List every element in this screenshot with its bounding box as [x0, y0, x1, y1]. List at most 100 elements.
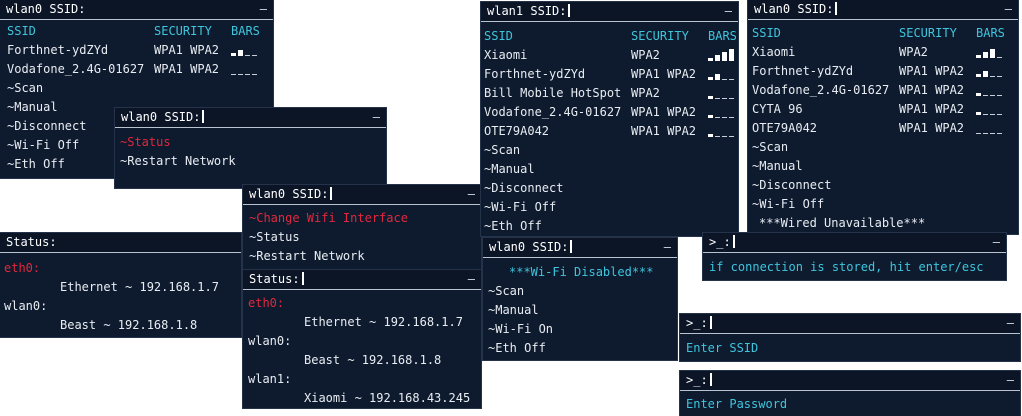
menu-item-status[interactable]: ~Status — [120, 133, 171, 151]
network-security: WPA1 WPA2 — [154, 43, 220, 57]
signal-bars — [708, 122, 734, 140]
password-input[interactable]: Enter Password — [686, 395, 787, 413]
network-ssid[interactable]: Bill Mobile HotSpot — [484, 84, 621, 102]
signal-bar — [997, 114, 1002, 115]
ssid-input[interactable]: Enter SSID — [686, 339, 758, 357]
close-button[interactable]: – — [1007, 371, 1014, 390]
wifi-window-c: wlan0 SSID: – SSID SECURITY BARS Xiaomi … — [748, 0, 1018, 234]
eth0-label: eth0: — [4, 261, 41, 275]
text-cursor — [330, 187, 333, 200]
wifi-window-a-titlebar: wlan0 SSID: – — [0, 0, 273, 20]
network-ssid[interactable]: Xiaomi — [484, 46, 527, 64]
wlan0-value: Beast ~ 192.168.1.8 — [60, 318, 198, 332]
prompt-window-hint-titlebar: >_: – — [703, 233, 1006, 253]
close-button[interactable]: – — [993, 233, 1000, 252]
signal-bars — [976, 119, 1002, 137]
close-button[interactable]: – — [1007, 314, 1014, 333]
menu-item-scan[interactable]: ~Scan — [488, 282, 524, 300]
menu-window-c-titlebar: wlan0 SSID: – — [243, 185, 481, 205]
close-button[interactable]: – — [373, 108, 380, 127]
menu-item-eth-off[interactable]: ~Eth Off — [488, 339, 546, 357]
menu-item-manual[interactable]: ~Manual — [488, 301, 539, 319]
wifi-window-c-titlebar: wlan0 SSID: – — [748, 0, 1018, 20]
menu-item-disconnect[interactable]: ~Disconnect — [484, 179, 563, 197]
signal-bar — [997, 57, 1002, 58]
eth0-label: eth0: — [248, 296, 285, 310]
menu-item-disconnect[interactable]: ~Disconnect — [7, 117, 86, 135]
network-ssid[interactable]: Vodafone_2.4G-01627 — [7, 60, 144, 78]
close-button[interactable]: – — [468, 270, 475, 289]
signal-bar — [245, 55, 250, 56]
menu-item-eth-off[interactable]: ~Eth Off — [7, 155, 65, 173]
network-ssid[interactable]: OTE79A042 — [752, 119, 817, 137]
signal-bar — [997, 95, 1002, 96]
close-button[interactable]: – — [725, 2, 732, 21]
signal-bar — [729, 98, 734, 99]
signal-bar — [990, 49, 995, 58]
network-ssid[interactable]: Vodafone_2.4G-01627 — [484, 103, 621, 121]
network-ssid[interactable]: Forthnet-ydZYd — [7, 41, 108, 59]
network-ssid[interactable]: Vodafone_2.4G-01627 — [752, 81, 889, 99]
menu-item-wifi-on[interactable]: ~Wi-Fi On — [488, 320, 553, 338]
signal-bar — [729, 49, 734, 61]
menu-item-restart-network[interactable]: ~Restart Network — [120, 152, 236, 170]
signal-bar — [729, 136, 734, 137]
text-cursor — [835, 2, 838, 15]
menu-item-status[interactable]: ~Status — [249, 228, 300, 246]
network-ssid[interactable]: OTE79A042 — [484, 122, 549, 140]
menu-item-restart-network[interactable]: ~Restart Network — [249, 247, 365, 265]
menu-item-wifi-off[interactable]: ~Wi-Fi Off — [7, 136, 79, 154]
menu-item-manual[interactable]: ~Manual — [484, 160, 535, 178]
signal-bar — [715, 98, 720, 99]
text-cursor — [732, 235, 735, 248]
menu-item-scan[interactable]: ~Scan — [752, 138, 788, 156]
menu-window-b: wlan0 SSID: – ~Status ~Restart Network — [115, 108, 386, 188]
menu-item-disconnect[interactable]: ~Disconnect — [752, 176, 831, 194]
status-window-a-titlebar: Status: — [0, 233, 241, 253]
menu-window-b-titlebar: wlan0 SSID: – — [115, 108, 386, 128]
text-cursor — [709, 316, 712, 329]
network-security: WPA1 WPA2 — [899, 64, 965, 78]
signal-bar — [722, 79, 727, 80]
signal-bar — [722, 117, 727, 118]
network-ssid[interactable]: Forthnet-ydZYd — [484, 65, 585, 83]
wifi-disabled-notice: ***Wi-Fi Disabled*** — [509, 265, 654, 279]
close-button[interactable]: – — [260, 0, 267, 19]
signal-bar — [983, 114, 988, 115]
menu-item-scan[interactable]: ~Scan — [484, 141, 520, 159]
menu-item-wifi-off[interactable]: ~Wi-Fi Off — [484, 198, 556, 216]
status-window-a: Status: eth0: Ethernet ~ 192.168.1.7 wla… — [0, 233, 241, 337]
window-title: wlan0 SSID: — [754, 2, 834, 16]
signal-bar — [231, 53, 236, 56]
signal-bar — [252, 55, 257, 56]
signal-bar — [708, 115, 713, 118]
signal-bar — [238, 50, 243, 56]
close-button[interactable]: – — [1005, 0, 1012, 19]
wifi-disabled-window: wlan0 SSID: – ***Wi-Fi Disabled*** ~Scan… — [483, 238, 677, 360]
menu-item-manual[interactable]: ~Manual — [7, 98, 58, 116]
network-security: WPA1 WPA2 — [631, 124, 697, 138]
network-ssid[interactable]: CYTA 96 — [752, 100, 803, 118]
wired-unavailable-notice: ***Wired Unavailable*** — [759, 216, 926, 230]
menu-item-change-wifi-interface[interactable]: ~Change Wifi Interface — [249, 209, 408, 227]
signal-bar — [245, 74, 250, 75]
network-security: WPA1 WPA2 — [631, 105, 697, 119]
close-button[interactable]: – — [468, 185, 475, 204]
bars-header: BARS — [708, 29, 737, 43]
signal-bar — [729, 117, 734, 118]
network-ssid[interactable]: Forthnet-ydZYd — [752, 62, 853, 80]
signal-bars — [976, 100, 1002, 118]
network-security: WPA1 WPA2 — [631, 67, 697, 81]
menu-item-wifi-off[interactable]: ~Wi-Fi Off — [752, 195, 824, 213]
signal-bars — [708, 103, 734, 121]
network-ssid[interactable]: Xiaomi — [752, 43, 795, 61]
menu-item-scan[interactable]: ~Scan — [7, 79, 43, 97]
signal-bar — [231, 74, 236, 75]
signal-bar — [983, 95, 988, 96]
close-button[interactable]: – — [664, 238, 671, 257]
menu-item-eth-off[interactable]: ~Eth Off — [484, 217, 542, 235]
network-security: WPA1 WPA2 — [899, 121, 965, 135]
status-window-b: Status: – eth0: Ethernet ~ 192.168.1.7 w… — [243, 270, 481, 408]
menu-item-manual[interactable]: ~Manual — [752, 157, 803, 175]
text-cursor — [568, 4, 571, 17]
